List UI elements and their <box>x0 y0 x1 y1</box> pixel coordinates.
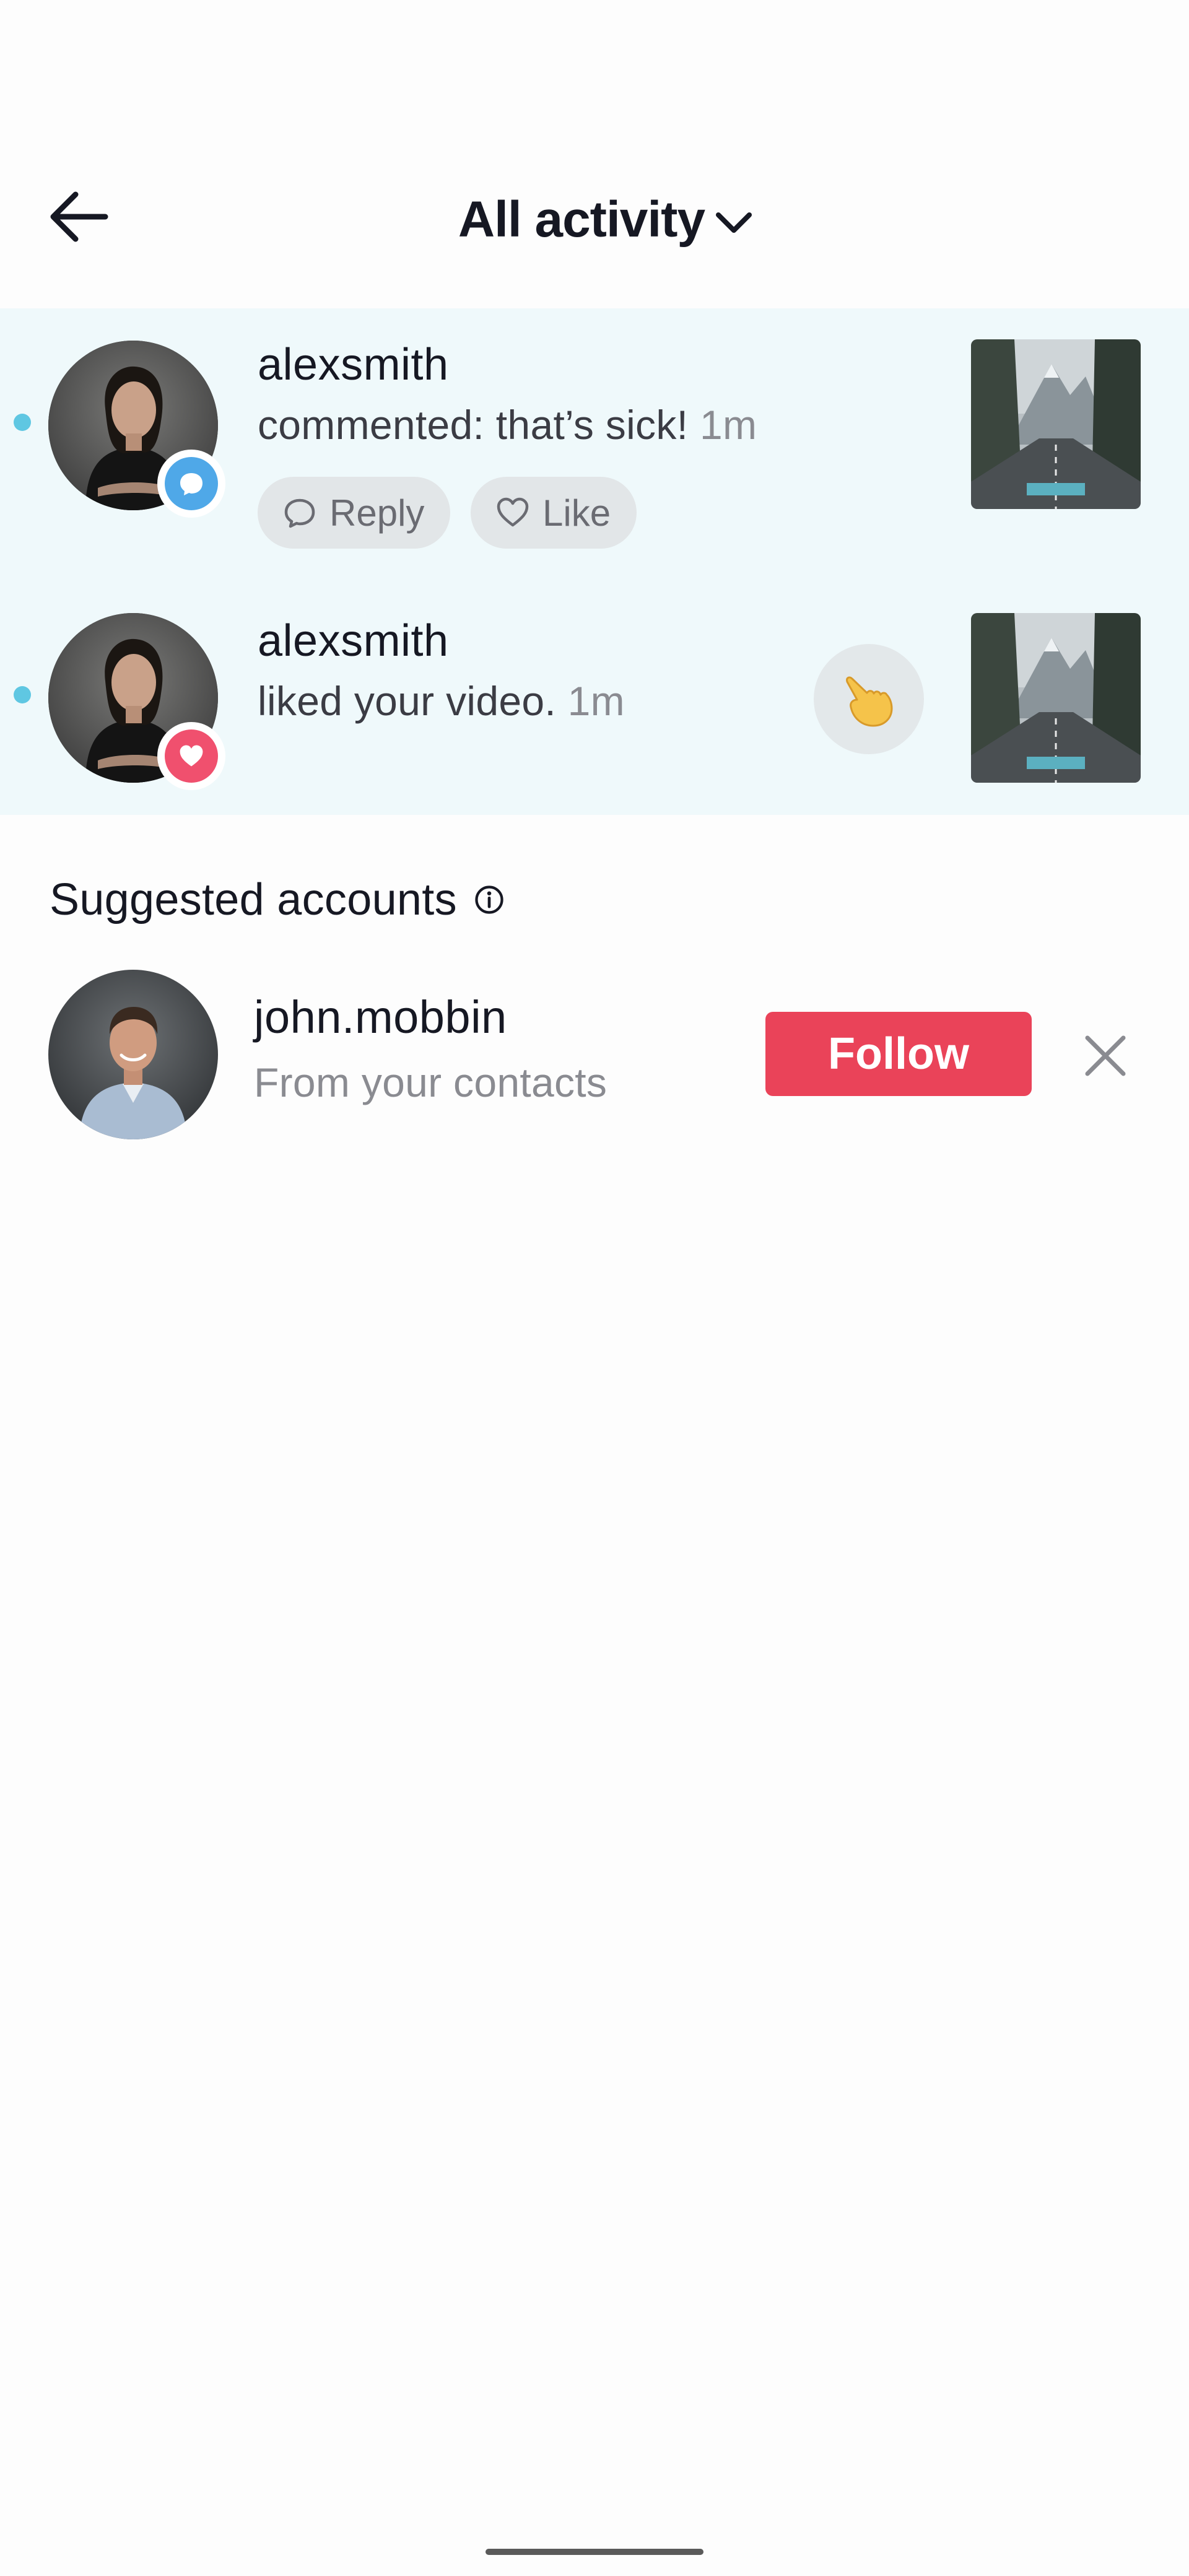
username[interactable]: john.mobbin <box>254 991 507 1043</box>
reply-label: Reply <box>329 492 425 534</box>
avatar[interactable] <box>48 970 218 1139</box>
activity-text: commented: that’s sick! 1m <box>258 401 757 448</box>
like-label: Like <box>542 492 611 534</box>
suggested-accounts-heading: Suggested accounts <box>50 874 507 925</box>
activity-filter-dropdown[interactable]: All activity <box>0 186 1189 254</box>
page-title: All activity <box>458 191 705 248</box>
username[interactable]: alexsmith <box>258 616 449 666</box>
like-comment-button[interactable]: Like <box>471 477 637 549</box>
comment-icon <box>180 473 203 495</box>
header: All activity <box>0 0 1189 310</box>
activity-action: commented: that’s sick! <box>258 402 689 448</box>
dismiss-button[interactable] <box>1078 1028 1133 1084</box>
like-badge <box>157 722 225 790</box>
activity-time: 1m <box>567 678 625 724</box>
reply-button[interactable]: Reply <box>258 477 451 549</box>
activity-time: 1m <box>699 402 757 448</box>
follow-button[interactable]: Follow <box>765 1012 1032 1096</box>
video-thumbnail[interactable] <box>971 339 1141 509</box>
info-icon[interactable] <box>472 882 507 917</box>
activity-text: liked your video. 1m <box>258 677 625 724</box>
activity-screen: All activity alexsmith commented: that’s… <box>0 0 1189 2576</box>
chevron-down-icon <box>716 212 752 233</box>
close-icon <box>1085 1035 1126 1076</box>
heart-outline-icon <box>497 497 529 527</box>
video-thumbnail[interactable] <box>971 613 1141 783</box>
comment-badge <box>157 450 225 518</box>
react-button[interactable] <box>814 644 924 754</box>
video-thumbnail-image <box>971 613 1141 783</box>
suggested-accounts-title: Suggested accounts <box>50 875 457 925</box>
avatar-image <box>48 970 218 1139</box>
comment-outline-icon <box>284 498 315 528</box>
notification-item[interactable]: alexsmith liked your video. 1m <box>0 581 1189 815</box>
account-source: From your contacts <box>254 1060 608 1105</box>
unread-dot <box>14 686 31 703</box>
pointing-hand-emoji <box>846 676 893 727</box>
unread-dot <box>14 414 31 431</box>
notification-item[interactable]: alexsmith commented: that’s sick! 1m Rep… <box>0 308 1189 581</box>
suggested-account-row[interactable]: john.mobbin From your contacts Follow <box>0 966 1189 1146</box>
home-indicator[interactable] <box>486 2549 703 2555</box>
heart-icon <box>180 745 203 767</box>
activity-action: liked your video. <box>258 678 557 724</box>
video-thumbnail-image <box>971 339 1141 509</box>
username[interactable]: alexsmith <box>258 339 449 390</box>
